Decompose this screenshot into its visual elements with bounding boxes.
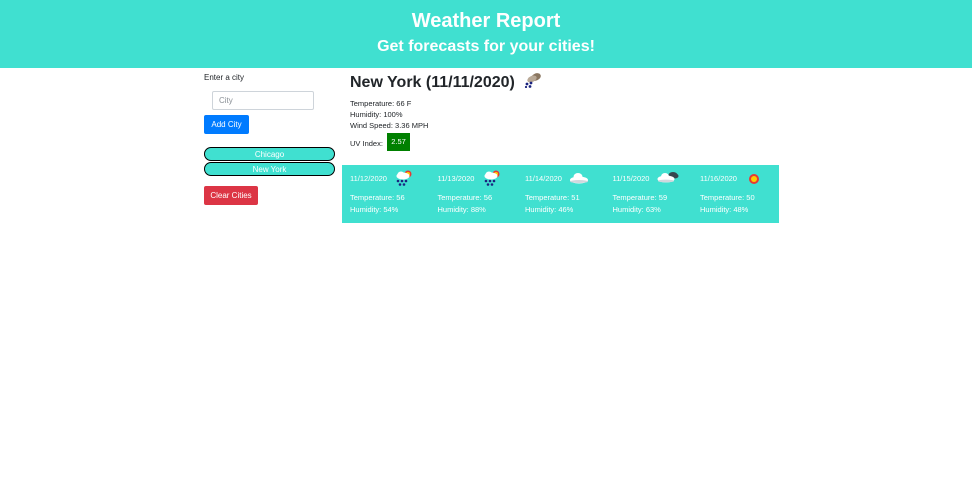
- forecast-humidity: Humidity: 46%: [525, 205, 574, 214]
- page-header: Weather Report Get forecasts for your ci…: [0, 0, 972, 68]
- uv-index-label: UV Index:: [350, 139, 383, 148]
- cloud-icon: [569, 171, 589, 189]
- sun-rain-cloud-icon: [394, 169, 414, 192]
- forecast-date: 11/12/2020: [350, 174, 387, 183]
- forecast-humidity: Humidity: 48%: [700, 205, 749, 214]
- clear-cities-button[interactable]: Clear Cities: [204, 186, 258, 205]
- forecast-temperature: Temperature: 50: [700, 193, 755, 202]
- forecast-day: 11/12/2020 Temperature: 56 Humidity: 54%: [342, 165, 429, 223]
- current-wind-speed: Wind Speed: 3.36 MPH: [350, 121, 429, 130]
- forecast-date: 11/15/2020: [612, 174, 650, 183]
- forecast-day: 11/14/2020 Temperature: 51 Humidity: 46%: [517, 165, 604, 223]
- forecast-day: 11/16/2020 Temperature: 50 Humidity: 48%: [692, 165, 779, 223]
- sun-rain-cloud-icon: [482, 169, 502, 192]
- forecast-temperature: Temperature: 51: [525, 193, 580, 202]
- forecast-date: 11/13/2020: [437, 174, 475, 183]
- clouds-icon: [657, 170, 679, 189]
- enter-city-label: Enter a city: [204, 73, 245, 82]
- forecast-humidity: Humidity: 54%: [350, 205, 399, 214]
- page-subtitle: Get forecasts for your cities!: [377, 38, 595, 55]
- forecast-temperature: Temperature: 56: [350, 193, 405, 202]
- current-humidity: Humidity: 100%: [350, 110, 403, 119]
- forecast-day: 11/13/2020 Temperature: 56 Humidity: 88%: [430, 165, 517, 223]
- forecast-humidity: Humidity: 88%: [437, 205, 486, 214]
- five-day-forecast: 11/12/2020 Temperature: 56 Humidity: 54%…: [342, 165, 779, 223]
- page-title: Weather Report: [411, 10, 561, 32]
- current-temperature: Temperature: 66 F: [350, 99, 412, 108]
- city-button-chicago[interactable]: Chicago: [204, 147, 335, 161]
- rain-cloud-icon: [523, 72, 543, 94]
- forecast-temperature: Temperature: 59: [612, 193, 668, 202]
- current-city-title: New York (11/11/2020): [350, 74, 515, 92]
- forecast-humidity: Humidity: 63%: [612, 205, 661, 214]
- forecast-date: 11/14/2020: [525, 174, 562, 183]
- city-input[interactable]: [212, 91, 314, 110]
- uv-index-badge: 2.57: [387, 133, 410, 151]
- forecast-temperature: Temperature: 56: [437, 193, 493, 202]
- sun-icon: [748, 172, 760, 190]
- forecast-day: 11/15/2020 Temperature: 59 Humidity: 63%: [605, 165, 692, 223]
- current-city-heading: New York (11/11/2020): [350, 72, 543, 94]
- add-city-button[interactable]: Add City: [204, 115, 249, 134]
- forecast-date: 11/16/2020: [700, 174, 737, 183]
- saved-city-list: Chicago New York: [204, 147, 335, 177]
- city-button-new-york[interactable]: New York: [204, 162, 335, 176]
